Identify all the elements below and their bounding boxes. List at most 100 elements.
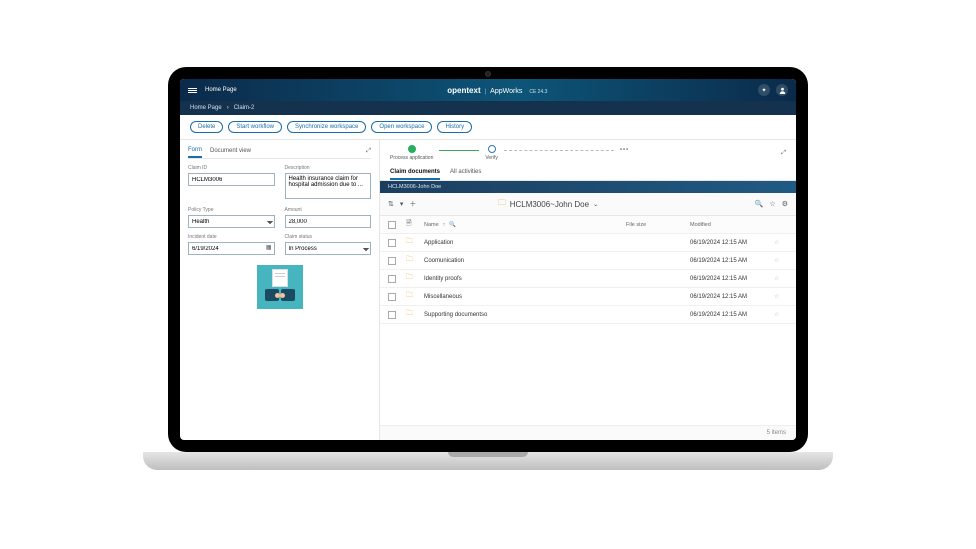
open-workspace-button[interactable]: Open workspace: [371, 121, 432, 133]
header-title: Home Page: [205, 87, 237, 93]
expand-form-icon[interactable]: ⤢: [366, 148, 371, 155]
history-button[interactable]: History: [437, 121, 472, 133]
breadcrumb-root[interactable]: Home Page: [190, 105, 222, 111]
claim-status-select[interactable]: In Process: [285, 242, 372, 255]
field-claim-status: Claim status In Process: [285, 234, 372, 255]
amount-label: Amount: [285, 207, 372, 213]
row-name[interactable]: Application: [424, 240, 622, 246]
row-checkbox[interactable]: [388, 293, 396, 301]
folder-icon: 🗀: [406, 255, 420, 266]
folder-title[interactable]: 🗀 HCLM3006~John Doe ⌄: [498, 197, 598, 211]
workflow-dot-current-icon: [488, 145, 496, 153]
laptop-mockup: Home Page opentext | AppWorks CE 24.3 ✦ …: [168, 67, 808, 482]
subtab-claim-documents[interactable]: Claim documents: [390, 166, 440, 180]
workflow-more-icon[interactable]: •••: [620, 147, 629, 153]
add-icon[interactable]: ＋: [409, 199, 416, 209]
table-row[interactable]: 🗀 Miscellaneous 06/19/2024 12:15 AM ☆: [380, 288, 796, 306]
row-checkbox[interactable]: [388, 239, 396, 247]
row-name[interactable]: Identity proofs: [424, 276, 622, 282]
field-policy-type: Policy Type Health: [188, 207, 275, 228]
folder-icon: 🗀: [498, 197, 506, 211]
column-name[interactable]: Name: [424, 222, 439, 228]
folder-icon: 🗀: [406, 237, 420, 248]
favorite-icon[interactable]: ☆: [769, 200, 775, 208]
laptop-base: [143, 452, 833, 470]
tab-document-view[interactable]: Document view: [210, 145, 251, 157]
row-modified: 06/19/2024 12:15 AM: [690, 276, 770, 282]
claim-id-label: Claim ID: [188, 165, 275, 171]
brand-appname: AppWorks: [490, 88, 522, 95]
table-row[interactable]: 🗀 Supporting documentso 06/19/2024 12:15 A…: [380, 306, 796, 324]
form-tabs: Form Document view ⤢: [188, 144, 371, 159]
start-workflow-button[interactable]: Start workflow: [228, 121, 282, 133]
brand-version: CE 24.3: [529, 89, 547, 95]
brand-separator: |: [485, 89, 487, 95]
incident-date-label: Incident date: [188, 234, 275, 240]
folder-context-bar: HCLM3006-John Doe: [380, 181, 796, 193]
breadcrumb: Home Page › Claim-2: [180, 101, 796, 115]
subtab-all-activities[interactable]: All activities: [450, 166, 481, 180]
workflow-step-2[interactable]: Verify: [485, 145, 498, 161]
delete-button[interactable]: Delete: [190, 121, 223, 133]
documents-header-row: 🗎 Name ↑ 🔍 File size Modified: [380, 216, 796, 234]
workflow-connector: [439, 150, 479, 151]
row-checkbox[interactable]: [388, 275, 396, 283]
table-row[interactable]: 🗀Identity proofs06/19/2024 12:15 AM☆: [380, 270, 796, 288]
row-name[interactable]: Coomunication: [424, 258, 622, 264]
brand-opentext: opentext: [447, 86, 480, 95]
settings-icon[interactable]: ✦: [758, 84, 770, 96]
description-input[interactable]: Health insurance claim for hospital admi…: [285, 173, 372, 199]
type-column-icon[interactable]: 🗎: [406, 219, 420, 230]
search-icon[interactable]: 🔍: [755, 200, 764, 208]
main-row: Form Document view ⤢ Claim ID Descriptio…: [180, 140, 796, 440]
amount-input[interactable]: [285, 215, 372, 228]
claim-illustration: [257, 265, 303, 309]
row-checkbox[interactable]: [388, 257, 396, 265]
policy-type-select[interactable]: Health: [188, 215, 275, 228]
select-all-checkbox[interactable]: [388, 221, 396, 229]
tab-form[interactable]: Form: [188, 144, 202, 158]
column-modified[interactable]: Modified: [690, 222, 770, 228]
row-favorite-icon[interactable]: ☆: [774, 311, 788, 318]
row-favorite-icon[interactable]: ☆: [774, 239, 788, 246]
column-search-icon[interactable]: 🔍: [449, 222, 456, 228]
column-filesize[interactable]: File size: [626, 222, 686, 228]
workflow-future-connector: [504, 150, 614, 151]
workflow-step1-label: Process application: [390, 155, 433, 161]
sync-workspace-button[interactable]: Synchronize workspace: [287, 121, 366, 133]
row-modified: 06/19/2024 12:15 AM: [690, 312, 770, 318]
laptop-bezel: Home Page opentext | AppWorks CE 24.3 ✦ …: [168, 67, 808, 452]
row-name[interactable]: Miscellaneous: [424, 294, 622, 300]
filter-icon[interactable]: ▾: [400, 200, 404, 208]
left-pane: Form Document view ⤢ Claim ID Descriptio…: [180, 140, 380, 440]
table-row[interactable]: 🗀Coomunication06/19/2024 12:15 AM☆: [380, 252, 796, 270]
row-favorite-icon[interactable]: ☆: [774, 275, 788, 282]
field-incident-date: Incident date ▦: [188, 234, 275, 255]
claim-id-input[interactable]: [188, 173, 275, 186]
breadcrumb-sep: ›: [227, 105, 229, 111]
row-name[interactable]: Supporting documentso: [424, 312, 622, 318]
menu-icon[interactable]: [188, 88, 197, 93]
row-favorite-icon[interactable]: ☆: [774, 293, 788, 300]
calendar-icon[interactable]: ▦: [266, 244, 272, 251]
row-checkbox[interactable]: [388, 311, 396, 319]
breadcrumb-current: Claim-2: [234, 105, 255, 111]
expand-workflow-icon[interactable]: ⤢: [781, 150, 786, 157]
documents-subtabs: Claim documents All activities: [380, 166, 796, 181]
gear-icon[interactable]: ⚙: [782, 200, 788, 208]
workflow-dot-done-icon: [408, 145, 416, 153]
folder-icon: 🗀: [406, 309, 420, 320]
claim-status-label: Claim status: [285, 234, 372, 240]
description-label: Description: [285, 165, 372, 171]
workflow-row: Process application Verify ••• ⤢: [380, 140, 796, 166]
row-modified: 06/19/2024 12:15 AM: [690, 294, 770, 300]
table-row[interactable]: 🗀Application06/19/2024 12:15 AM☆: [380, 234, 796, 252]
sort-asc-icon[interactable]: ↑: [443, 222, 446, 228]
documents-toolbar: ⇅ ▾ ＋ 🗀 HCLM3006~John Doe ⌄ 🔍 ☆ ⚙: [380, 193, 796, 216]
incident-date-input[interactable]: [188, 242, 275, 255]
row-favorite-icon[interactable]: ☆: [774, 257, 788, 264]
user-icon[interactable]: [776, 84, 788, 96]
workflow-step-1[interactable]: Process application: [390, 145, 433, 161]
folder-icon: 🗀: [406, 291, 420, 302]
sort-icon[interactable]: ⇅: [388, 200, 394, 208]
